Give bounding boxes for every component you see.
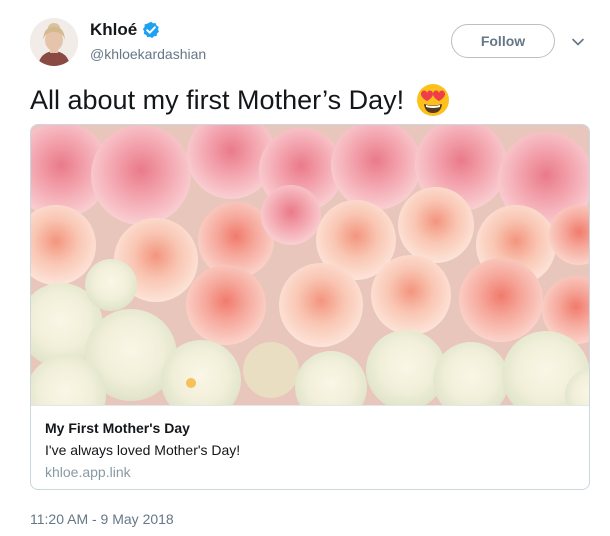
display-name[interactable]: Khloé bbox=[90, 20, 137, 40]
heart-eyes-emoji-icon bbox=[416, 83, 450, 117]
card-body: My First Mother's Day I've always loved … bbox=[31, 405, 589, 489]
avatar-image bbox=[30, 18, 78, 66]
link-card[interactable]: My First Mother's Day I've always loved … bbox=[30, 124, 590, 490]
card-image bbox=[31, 125, 589, 405]
tweet-timestamp[interactable]: 11:20 AM - 9 May 2018 bbox=[30, 511, 174, 527]
chevron-down-icon[interactable] bbox=[570, 34, 586, 50]
tweet-container: Khloé @khloekardashian Follow All about … bbox=[0, 0, 610, 536]
tweet-text-row: All about my first Mother’s Day! bbox=[30, 82, 450, 118]
follow-button[interactable]: Follow bbox=[451, 24, 555, 58]
user-handle[interactable]: @khloekardashian bbox=[90, 46, 206, 62]
avatar[interactable] bbox=[30, 18, 78, 66]
card-description: I've always loved Mother's Day! bbox=[45, 442, 241, 458]
card-domain: khloe.app.link bbox=[45, 464, 131, 480]
tweet-text: All about my first Mother’s Day! bbox=[30, 85, 405, 115]
roses-photo-icon bbox=[31, 125, 589, 405]
name-row: Khloé bbox=[90, 20, 160, 40]
verified-badge-icon bbox=[142, 21, 160, 39]
card-title: My First Mother's Day bbox=[45, 420, 190, 436]
